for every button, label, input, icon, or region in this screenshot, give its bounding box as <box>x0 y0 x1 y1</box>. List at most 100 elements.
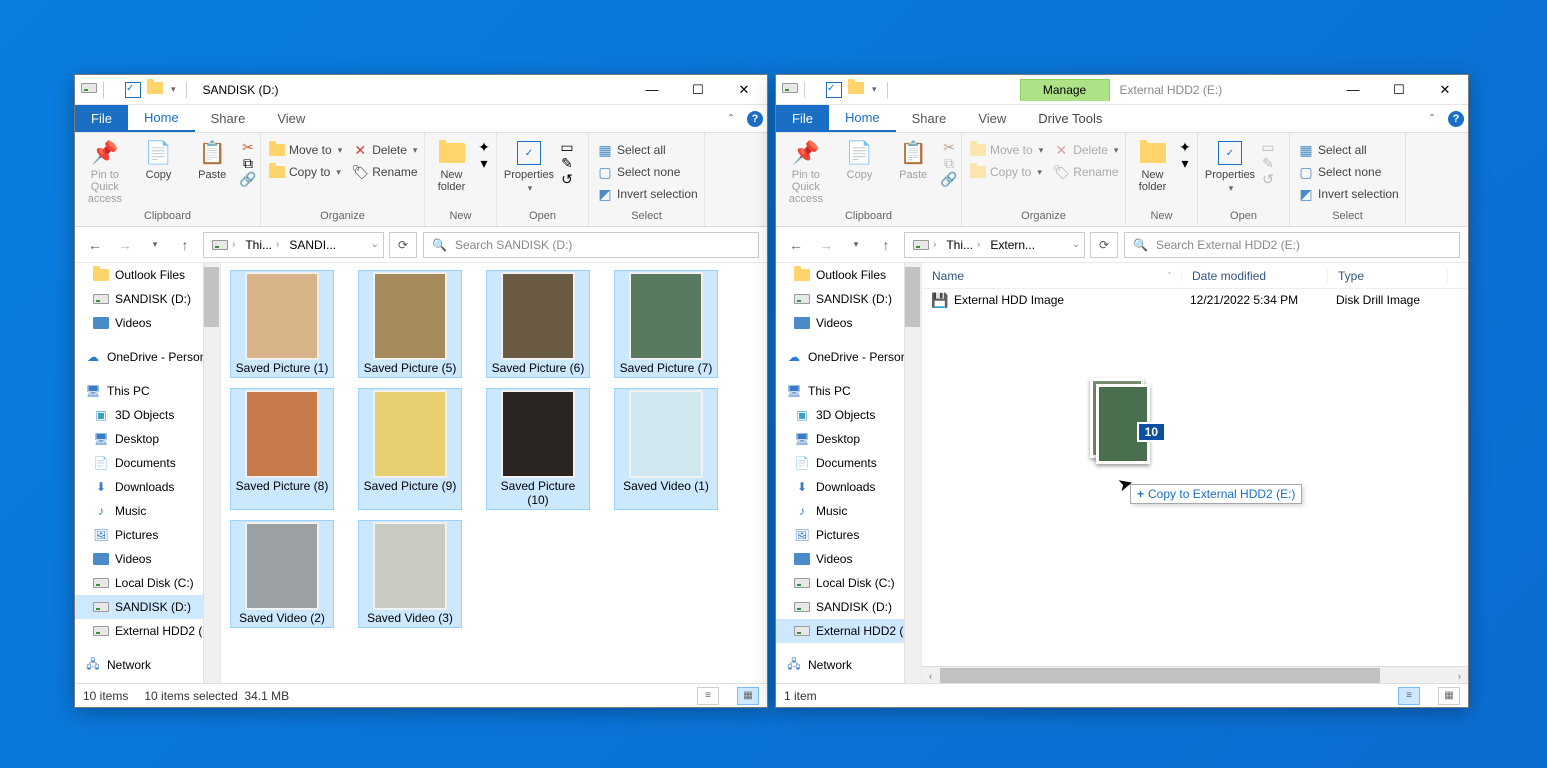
details-view-button[interactable]: ≡ <box>1398 687 1420 705</box>
copy-button[interactable]: 📄 Copy <box>133 135 185 181</box>
copy-to-button[interactable]: Copy to▾ <box>966 161 1047 183</box>
breadcrumb[interactable]: › Thi...› SANDI... ⌄ <box>203 232 384 258</box>
nav-this-pc[interactable]: 🖥This PC <box>75 379 220 403</box>
details-view-button[interactable]: ≡ <box>697 687 719 705</box>
refresh-button[interactable]: ⟳ <box>1090 232 1118 258</box>
ribbon-collapse-icon[interactable]: ˆ <box>719 105 743 132</box>
nav-network[interactable]: 🖧Network <box>75 653 220 677</box>
back-button[interactable]: ← <box>83 233 107 257</box>
new-folder-button[interactable]: New folder <box>1130 135 1175 193</box>
select-all-button[interactable]: ▦Select all <box>593 139 702 161</box>
qat-properties-icon[interactable] <box>125 82 141 98</box>
nav-outlook-files[interactable]: Outlook Files <box>75 263 220 287</box>
pin-quick-access-button[interactable]: 📌 Pin to Quick access <box>79 135 131 205</box>
nav-sandisk[interactable]: SANDISK (D:) <box>776 287 921 311</box>
search-input[interactable]: 🔍 Search SANDISK (D:) <box>423 232 759 258</box>
new-item-icon[interactable]: ✦ <box>1177 139 1193 155</box>
new-folder-button[interactable]: New folder <box>429 135 474 193</box>
nav-music[interactable]: ♪Music <box>776 499 921 523</box>
select-none-button[interactable]: ▢Select none <box>593 161 702 183</box>
tab-view[interactable]: View <box>962 105 1022 132</box>
pin-quick-access-button[interactable]: 📌Pin to Quick access <box>780 135 832 205</box>
breadcrumb-dropdown-icon[interactable]: ⌄ <box>371 239 379 250</box>
open-icon[interactable]: ▭ <box>559 139 575 155</box>
breadcrumb-seg-thispc[interactable]: Thi...› <box>241 238 283 252</box>
open-icon[interactable]: ▭ <box>1260 139 1276 155</box>
recent-locations-button[interactable]: ▾ <box>844 233 868 257</box>
file-item[interactable]: Saved Picture (1) <box>231 271 333 377</box>
breadcrumb-dropdown-icon[interactable]: ⌄ <box>1072 239 1080 250</box>
tab-file[interactable]: File <box>776 105 829 132</box>
nav-downloads[interactable]: ⬇Downloads <box>776 475 921 499</box>
delete-button[interactable]: ✕Delete▾ <box>1049 139 1122 161</box>
column-headers[interactable]: Nameˆ Date modified Type <box>922 263 1468 289</box>
breadcrumb-drive-icon[interactable]: › <box>208 239 239 250</box>
refresh-button[interactable]: ⟳ <box>389 232 417 258</box>
ribbon-collapse-icon[interactable]: ˆ <box>1420 105 1444 132</box>
qat-customize-icon[interactable]: ▾ <box>171 84 176 95</box>
nav-music[interactable]: ♪Music <box>75 499 220 523</box>
file-item[interactable]: Saved Picture (8) <box>231 389 333 509</box>
tab-home[interactable]: Home <box>829 105 896 132</box>
tab-share[interactable]: Share <box>195 105 262 132</box>
scroll-thumb[interactable] <box>940 668 1380 683</box>
breadcrumb-seg-external[interactable]: Extern... <box>986 238 1039 252</box>
contextual-tab-manage[interactable]: Manage <box>1020 79 1110 101</box>
properties-button[interactable]: Properties▾ <box>1202 135 1258 194</box>
col-date[interactable]: Date modified <box>1182 269 1328 283</box>
tab-drive-tools[interactable]: Drive Tools <box>1022 105 1118 132</box>
move-to-button[interactable]: Move to▾ <box>265 139 346 161</box>
nav-downloads[interactable]: ⬇Downloads <box>75 475 220 499</box>
nav-local-disk-c[interactable]: Local Disk (C:) <box>776 571 921 595</box>
invert-selection-button[interactable]: ◩Invert selection <box>1294 183 1403 205</box>
edit-icon[interactable]: ✎ <box>1260 155 1276 171</box>
history-icon[interactable]: ↺ <box>559 171 575 187</box>
col-name[interactable]: Nameˆ <box>922 269 1182 283</box>
copy-button[interactable]: 📄Copy <box>834 135 886 181</box>
select-all-button[interactable]: ▦Select all <box>1294 139 1403 161</box>
nav-videos[interactable]: Videos <box>776 311 921 335</box>
help-icon[interactable]: ? <box>1444 105 1468 132</box>
nav-videos2[interactable]: Videos <box>75 547 220 571</box>
paste-button[interactable]: 📋 Paste <box>186 135 238 181</box>
cut-icon[interactable]: ✂ <box>941 139 957 155</box>
col-type[interactable]: Type <box>1328 269 1448 283</box>
easy-access-icon[interactable]: ▾ <box>1177 155 1193 171</box>
qat-newfolder-icon[interactable] <box>848 82 864 98</box>
nav-sandisk-d[interactable]: SANDISK (D:) <box>776 595 921 619</box>
history-icon[interactable]: ↺ <box>1260 171 1276 187</box>
paste-button[interactable]: 📋Paste <box>887 135 939 181</box>
file-item[interactable]: Saved Picture (10) <box>487 389 589 509</box>
nav-pictures[interactable]: 🖼Pictures <box>75 523 220 547</box>
move-to-button[interactable]: Move to▾ <box>966 139 1047 161</box>
scroll-left-icon[interactable]: ‹ <box>922 667 939 683</box>
list-row[interactable]: 💾External HDD Image 12/21/2022 5:34 PM D… <box>922 289 1468 311</box>
nav-sandisk[interactable]: SANDISK (D:) <box>75 287 220 311</box>
nav-network[interactable]: 🖧Network <box>776 653 921 677</box>
icons-view-button[interactable]: ▦ <box>737 687 759 705</box>
easy-access-icon[interactable]: ▾ <box>476 155 492 171</box>
cut-icon[interactable]: ✂ <box>240 139 256 155</box>
minimize-button[interactable]: — <box>1330 75 1376 105</box>
file-item[interactable]: Saved Picture (5) <box>359 271 461 377</box>
forward-button[interactable]: → <box>814 233 838 257</box>
recent-locations-button[interactable]: ▾ <box>143 233 167 257</box>
nav-tree[interactable]: Outlook Files SANDISK (D:) Videos ☁OneDr… <box>776 263 922 683</box>
search-input[interactable]: 🔍 Search External HDD2 (E:) <box>1124 232 1460 258</box>
breadcrumb[interactable]: › Thi...› Extern... ⌄ <box>904 232 1085 258</box>
nav-onedrive[interactable]: ☁OneDrive - Person <box>75 345 220 369</box>
file-item[interactable]: Saved Video (2) <box>231 521 333 627</box>
file-item[interactable]: Saved Video (1) <box>615 389 717 509</box>
nav-3d-objects[interactable]: ▣3D Objects <box>75 403 220 427</box>
nav-pictures[interactable]: 🖼Pictures <box>776 523 921 547</box>
breadcrumb-seg-thispc[interactable]: Thi...› <box>942 238 984 252</box>
nav-scrollbar[interactable] <box>203 263 220 683</box>
nav-outlook-files[interactable]: Outlook Files <box>776 263 921 287</box>
titlebar[interactable]: ▾ Manage External HDD2 (E:) — ☐ ✕ <box>776 75 1468 105</box>
tab-share[interactable]: Share <box>896 105 963 132</box>
nav-documents[interactable]: 📄Documents <box>776 451 921 475</box>
qat-newfolder-icon[interactable] <box>147 82 163 98</box>
nav-videos[interactable]: Videos <box>75 311 220 335</box>
help-icon[interactable]: ? <box>743 105 767 132</box>
nav-onedrive[interactable]: ☁OneDrive - Person <box>776 345 921 369</box>
